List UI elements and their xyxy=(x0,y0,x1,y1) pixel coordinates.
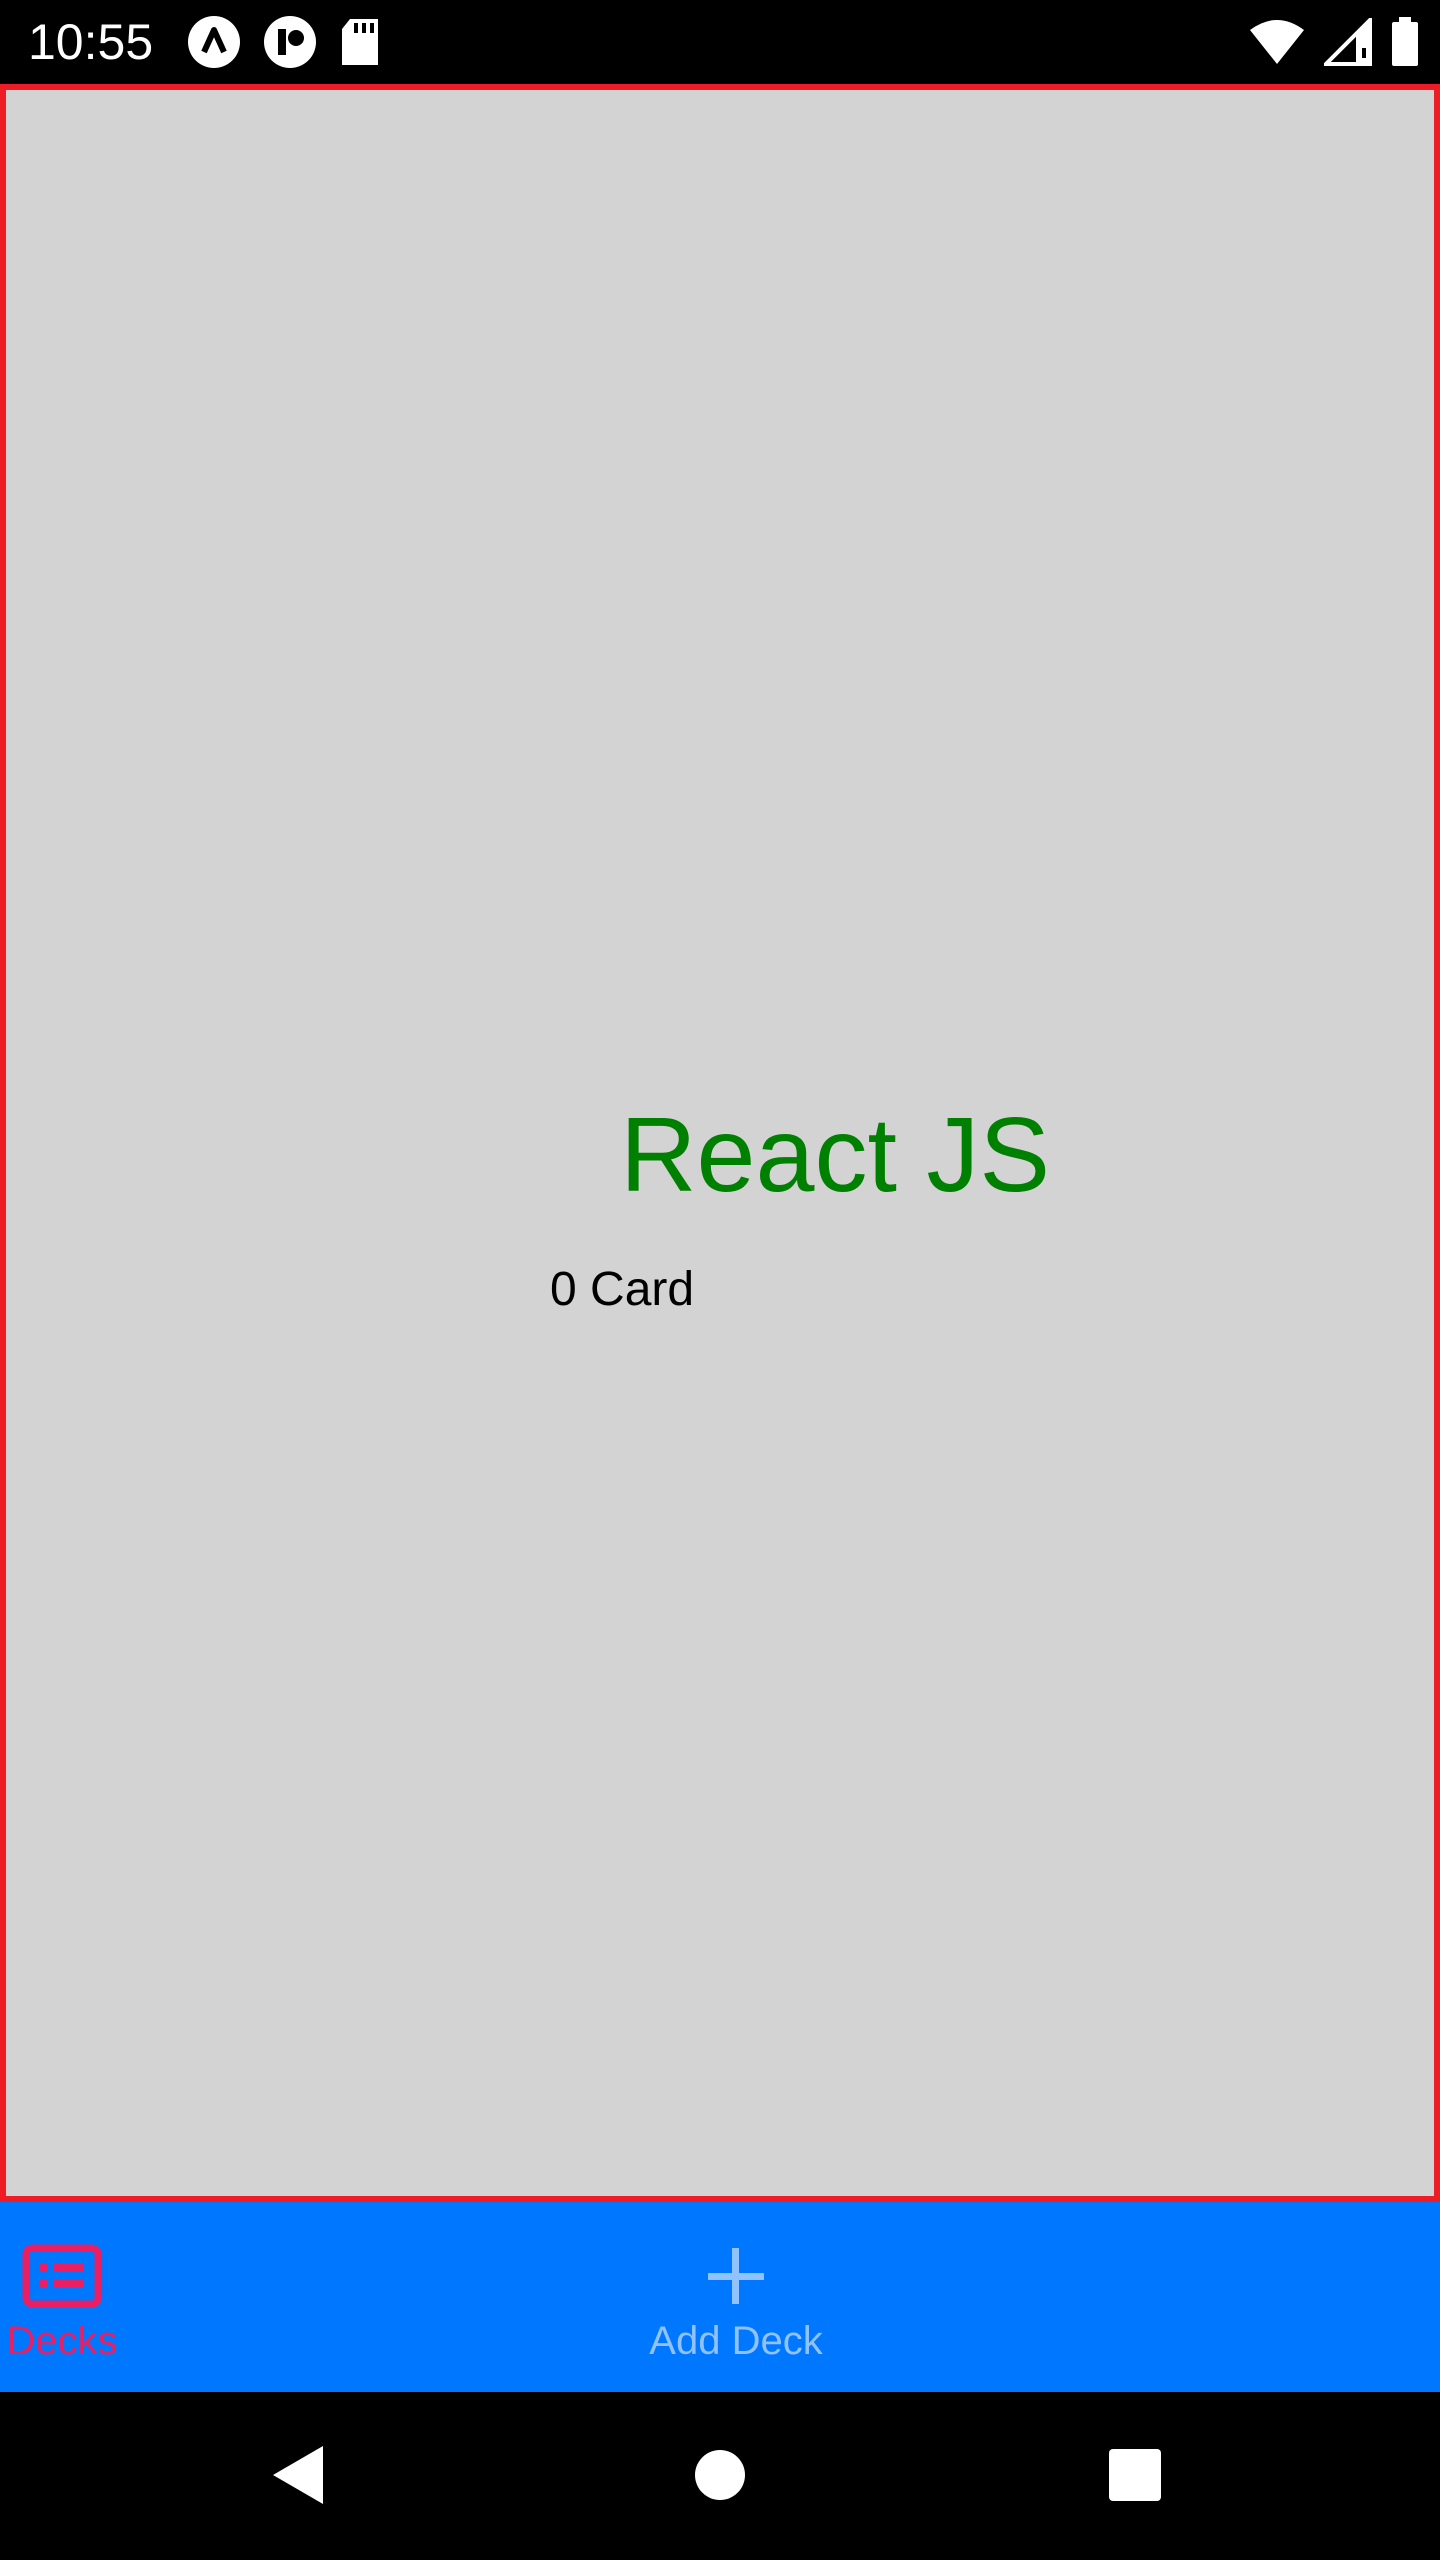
deck-card[interactable]: React JS 0 Card xyxy=(6,90,1434,2196)
tab-add-deck[interactable]: Add Deck xyxy=(649,2202,1440,2392)
wifi-icon xyxy=(1248,18,1306,66)
home-icon xyxy=(693,2448,747,2507)
bottom-tab-bar: Decks Add Deck xyxy=(0,2202,1440,2392)
battery-icon xyxy=(1390,17,1420,67)
sd-card-icon xyxy=(338,17,382,67)
recents-button[interactable] xyxy=(1090,2432,1180,2522)
tab-add-deck-label: Add Deck xyxy=(649,2319,823,2363)
system-navigation-bar xyxy=(0,2392,1440,2560)
deck-title: React JS xyxy=(620,1096,1051,1214)
back-button[interactable] xyxy=(254,2432,344,2522)
status-bar: 10:55 xyxy=(0,0,1440,84)
plus-icon xyxy=(696,2244,776,2308)
deck-list: React JS 0 Card xyxy=(0,84,1440,2202)
status-notification-icons xyxy=(186,14,382,70)
tab-decks[interactable]: Decks xyxy=(0,2202,720,2392)
app-notification-icon xyxy=(186,14,242,70)
home-button[interactable] xyxy=(675,2432,765,2522)
status-time: 10:55 xyxy=(28,14,154,70)
back-icon xyxy=(269,2442,329,2513)
recents-icon xyxy=(1108,2448,1162,2507)
app-notification-icon-2 xyxy=(262,14,318,70)
app-screen: 10:55 React JS 0 Card Decks Add Deck xyxy=(0,0,1440,2560)
cell-signal-icon xyxy=(1324,18,1372,66)
deck-card-count: 0 Card xyxy=(550,1263,695,1316)
deck-list-icon xyxy=(22,2244,102,2308)
status-system-icons xyxy=(1248,14,1420,70)
tab-decks-label: Decks xyxy=(6,2319,118,2363)
